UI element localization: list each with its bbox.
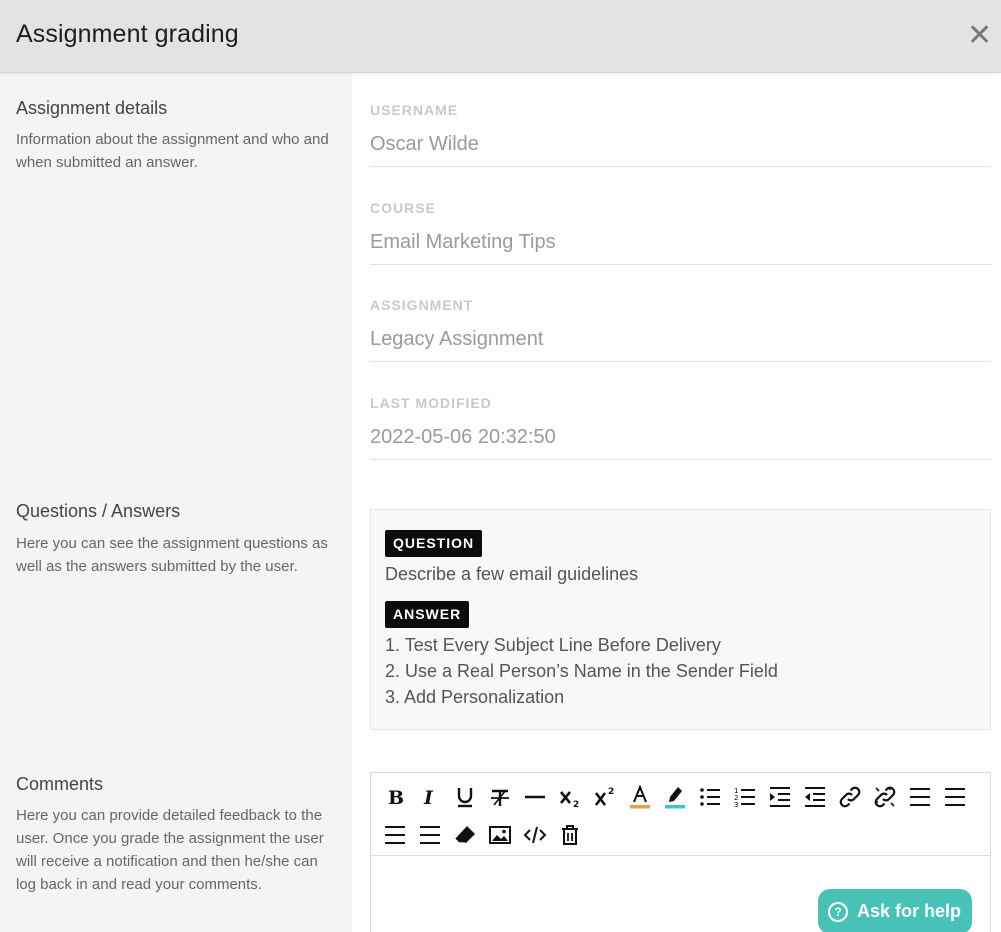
qa-section-description: Here you can see the assignment question…	[16, 535, 328, 575]
assignment-field: Legacy Assignment	[370, 328, 991, 362]
answer-line: 2. Use a Real Person’s Name in the Sende…	[385, 661, 778, 681]
comments-section-description: Here you can provide detailed feedback t…	[16, 807, 324, 893]
italic-icon[interactable]: I	[416, 783, 444, 811]
comments-section-title: Comments	[16, 774, 104, 794]
question-text: Describe a few email guidelines	[385, 564, 639, 584]
ask-for-help-button[interactable]: ? Ask for help	[818, 889, 972, 932]
highlight-icon[interactable]	[661, 783, 689, 811]
username-field: Oscar Wilde	[370, 133, 991, 167]
answer-badge: ANSWER	[385, 601, 470, 628]
superscript-icon[interactable]: 2	[591, 783, 619, 811]
image-icon[interactable]	[486, 821, 514, 849]
course-label: COURSE	[370, 200, 436, 216]
code-icon[interactable]	[521, 821, 549, 849]
svg-text:B: B	[388, 787, 404, 809]
align-right-icon[interactable]	[381, 821, 409, 849]
indent-icon[interactable]	[766, 783, 794, 811]
bold-icon[interactable]: B	[381, 783, 409, 811]
editor-toolbar: B I 2 2 123	[371, 773, 990, 856]
bullet-list-icon[interactable]	[696, 783, 724, 811]
eraser-icon[interactable]	[451, 821, 479, 849]
details-section-title: Assignment details	[16, 98, 168, 118]
unlink-icon[interactable]	[871, 783, 899, 811]
font-color-icon[interactable]	[626, 783, 654, 811]
last-modified-field: 2022-05-06 20:32:50	[370, 426, 991, 460]
close-icon[interactable]: ✕	[967, 21, 992, 51]
question-badge: QUESTION	[385, 530, 483, 557]
align-center-icon[interactable]	[941, 783, 969, 811]
dialog-header: Assignment grading ✕	[0, 0, 1001, 73]
username-label: USERNAME	[370, 102, 459, 118]
details-section-description: Information about the assignment and who…	[16, 131, 329, 171]
question-icon: ?	[828, 901, 848, 922]
help-button-label: Ask for help	[857, 901, 962, 921]
last-modified-label: LAST MODIFIED	[370, 395, 492, 411]
align-left-icon[interactable]	[906, 783, 934, 811]
link-icon[interactable]	[836, 783, 864, 811]
svg-text:I: I	[423, 787, 434, 809]
subscript-icon[interactable]: 2	[556, 783, 584, 811]
qa-box: QUESTION Describe a few email guidelines…	[370, 509, 991, 730]
dialog-title: Assignment grading	[16, 20, 239, 48]
answer-line: 3. Add Personalization	[385, 687, 565, 707]
justify-icon[interactable]	[416, 821, 444, 849]
trash-icon[interactable]	[556, 821, 584, 849]
strikethrough-icon[interactable]	[486, 783, 514, 811]
answer-line: 1. Test Every Subject Line Before Delive…	[385, 635, 721, 655]
svg-text:2: 2	[573, 800, 579, 809]
outdent-icon[interactable]	[801, 783, 829, 811]
svg-text:2: 2	[608, 787, 614, 797]
qa-section-title: Questions / Answers	[16, 501, 181, 521]
horizontal-rule-icon[interactable]	[521, 783, 549, 811]
assignment-label: ASSIGNMENT	[370, 297, 474, 313]
underline-icon[interactable]	[451, 783, 479, 811]
course-field: Email Marketing Tips	[370, 231, 991, 265]
svg-text:3: 3	[734, 801, 738, 809]
numbered-list-icon[interactable]: 123	[731, 783, 759, 811]
